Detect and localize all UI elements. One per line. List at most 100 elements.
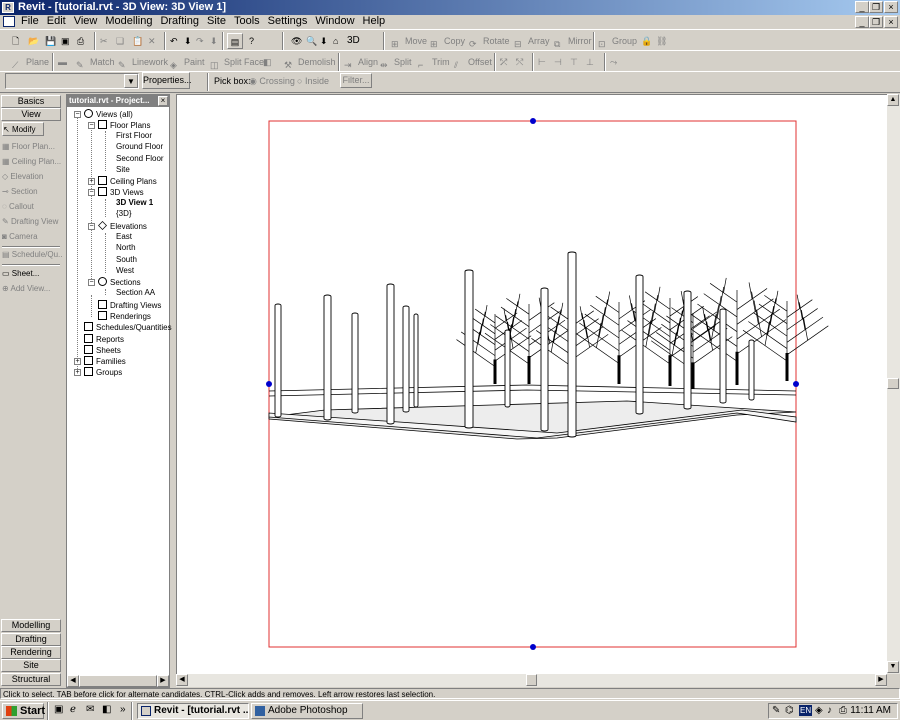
expand-elevations-icon[interactable]: − — [88, 223, 95, 230]
tree-elevations[interactable]: Elevations — [98, 221, 147, 232]
dim-angular-icon[interactable]: ⊤ — [570, 54, 578, 70]
modify-tool[interactable]: ↖ Modify — [2, 122, 44, 136]
menu-settings[interactable]: Settings — [264, 15, 312, 28]
dropdown-arrow-icon[interactable]: ▼ — [124, 74, 138, 88]
inside-radio[interactable]: ○ Inside — [297, 73, 329, 89]
scroll-up-icon[interactable]: ▲ — [887, 94, 899, 106]
type-selector[interactable]: ▼ — [5, 73, 139, 89]
dim-radial-icon[interactable]: ⊥ — [586, 54, 594, 70]
rotate-button[interactable]: ⟳ Rotate — [469, 33, 510, 49]
help-icon[interactable]: ? — [249, 33, 254, 49]
doc-close-icon[interactable]: × — [884, 16, 898, 28]
minimize-icon[interactable]: _ — [855, 1, 869, 13]
tree-groups[interactable]: Groups — [84, 367, 122, 378]
expand-ceiling-plans-icon[interactable]: + — [88, 178, 95, 185]
link-icon[interactable]: ⛓ — [656, 33, 667, 49]
zoom-icon[interactable]: 🔍 — [306, 33, 317, 49]
tree-views-all[interactable]: Views (all) — [84, 109, 133, 120]
tree-sections[interactable]: Sections — [98, 277, 141, 288]
filter-button[interactable]: Filter... — [340, 73, 372, 88]
tree-first-floor[interactable]: First Floor — [116, 131, 152, 141]
expand-floor-plans-icon[interactable]: − — [88, 122, 95, 129]
restore-icon[interactable]: ❐ — [869, 1, 883, 13]
expand-families-icon[interactable]: + — [74, 358, 81, 365]
tree-second-floor[interactable]: Second Floor — [116, 154, 164, 164]
browser-scroll-thumb[interactable] — [79, 675, 157, 687]
redo-list-icon[interactable]: ⬇ — [210, 33, 218, 49]
dim-align-icon[interactable]: ⊢ — [538, 54, 546, 70]
schedule-tool[interactable]: ▤ Schedule/Qu... — [2, 248, 62, 262]
new-icon[interactable]: 🗋 — [12, 33, 19, 49]
delete-icon[interactable]: ✕ — [148, 33, 156, 49]
callout-tool[interactable]: ◌ Callout — [2, 200, 62, 214]
browser-close-icon[interactable]: × — [158, 96, 168, 106]
zoom-list-icon[interactable]: ⬇ — [320, 33, 328, 49]
tab-basics[interactable]: Basics — [1, 95, 61, 108]
menu-view[interactable]: View — [70, 15, 102, 28]
vertical-scrollbar[interactable]: ▲ ▼ — [887, 94, 900, 674]
tray-shield-icon[interactable]: ◈ — [815, 704, 823, 718]
close-icon[interactable]: × — [884, 1, 898, 13]
drawing-area[interactable] — [176, 94, 888, 674]
browser-horizontal-scrollbar[interactable]: ◀ ▶ — [67, 675, 169, 687]
menu-tools[interactable]: Tools — [230, 15, 264, 28]
3d-view-icon[interactable]: ⌂ — [333, 33, 338, 49]
thin-lines-icon[interactable]: ▤ — [227, 33, 243, 49]
scroll-left-icon[interactable]: ◀ — [67, 675, 79, 687]
tree-ceiling-plans[interactable]: Ceiling Plans — [98, 176, 157, 187]
visibility-icon[interactable]: 👁 — [291, 33, 302, 49]
task-photoshop[interactable]: Adobe Photoshop — [251, 703, 363, 719]
split-face-button[interactable]: ◫ Split Face — [210, 54, 264, 70]
mirror-button[interactable]: ⧉ Mirror — [554, 33, 592, 49]
tree-section-aa[interactable]: Section AA — [116, 288, 155, 298]
array-button[interactable]: ⊟ Array — [514, 33, 550, 49]
tray-network-icon[interactable]: ⌬ — [785, 704, 794, 718]
unpin-icon[interactable]: ⤲ — [516, 54, 523, 70]
tray-app-icon[interactable]: ✎ — [772, 704, 780, 718]
tree-site[interactable]: Site — [116, 165, 130, 175]
3d-view-button[interactable]: 3D — [347, 33, 360, 49]
horizontal-scroll-thumb[interactable] — [526, 674, 537, 686]
3d-view-scene[interactable] — [177, 95, 888, 674]
lock-icon[interactable]: 🔒 — [641, 33, 652, 49]
split-button[interactable]: ⇹ Split — [380, 54, 412, 70]
menu-window[interactable]: Window — [311, 15, 358, 28]
scroll-left-canvas-icon[interactable]: ◀ — [176, 674, 188, 686]
tab-modelling[interactable]: Modelling — [1, 619, 61, 632]
start-button[interactable]: Start — [2, 703, 45, 719]
floor-plan-tool[interactable]: ▦ Floor Plan... — [2, 140, 62, 154]
undo-list-icon[interactable]: ⬇ — [184, 33, 192, 49]
tab-view[interactable]: View — [1, 108, 61, 121]
cut-icon[interactable]: ✂ — [100, 33, 108, 49]
tree-schedules[interactable]: Schedules/Quantities — [84, 322, 172, 333]
task-revit[interactable]: Revit - [tutorial.rvt ... — [137, 703, 249, 719]
title-bar[interactable]: Revit - [tutorial.rvt - 3D View: 3D View… — [0, 0, 900, 15]
menu-modelling[interactable]: Modelling — [101, 15, 156, 28]
tree-east[interactable]: East — [116, 232, 132, 242]
undo-icon[interactable]: ↶ — [170, 33, 178, 49]
tree-3d-views[interactable]: 3D Views — [98, 187, 144, 198]
redo-icon[interactable]: ↷ — [196, 33, 204, 49]
sheet-tool[interactable]: ▭ Sheet... — [2, 267, 62, 281]
expand-sections-icon[interactable]: − — [88, 279, 95, 286]
document-icon[interactable] — [3, 15, 15, 27]
tree-reports[interactable]: Reports — [84, 334, 124, 345]
tag-icon[interactable]: ⤳ — [610, 54, 617, 70]
show-desktop-icon[interactable]: ▣ — [54, 704, 63, 715]
group-button[interactable]: ⊡ Group — [598, 33, 637, 49]
copy-button[interactable]: ⊞ Copy — [430, 33, 465, 49]
demolish-button[interactable]: ⚒ Demolish — [284, 54, 336, 70]
add-view-tool[interactable]: ⊕ Add View... — [2, 282, 62, 296]
tab-structural[interactable]: Structural — [1, 673, 61, 686]
expand-views-icon[interactable]: − — [74, 111, 81, 118]
tab-site[interactable]: Site — [1, 659, 61, 672]
crossing-radio[interactable]: ◉ Crossing — [249, 73, 295, 89]
tray-printer-icon[interactable]: ⎙ — [839, 704, 847, 718]
tree-south[interactable]: South — [116, 255, 137, 265]
clipboard-icon[interactable]: ▬ — [58, 54, 67, 70]
plane-button[interactable]: ⟋ Plane — [12, 54, 49, 70]
scroll-right-canvas-icon[interactable]: ▶ — [875, 674, 887, 686]
pin-icon[interactable]: ⤱ — [500, 54, 507, 70]
menu-file[interactable]: File — [17, 15, 43, 28]
match-button[interactable]: ✎ Match — [76, 54, 115, 70]
